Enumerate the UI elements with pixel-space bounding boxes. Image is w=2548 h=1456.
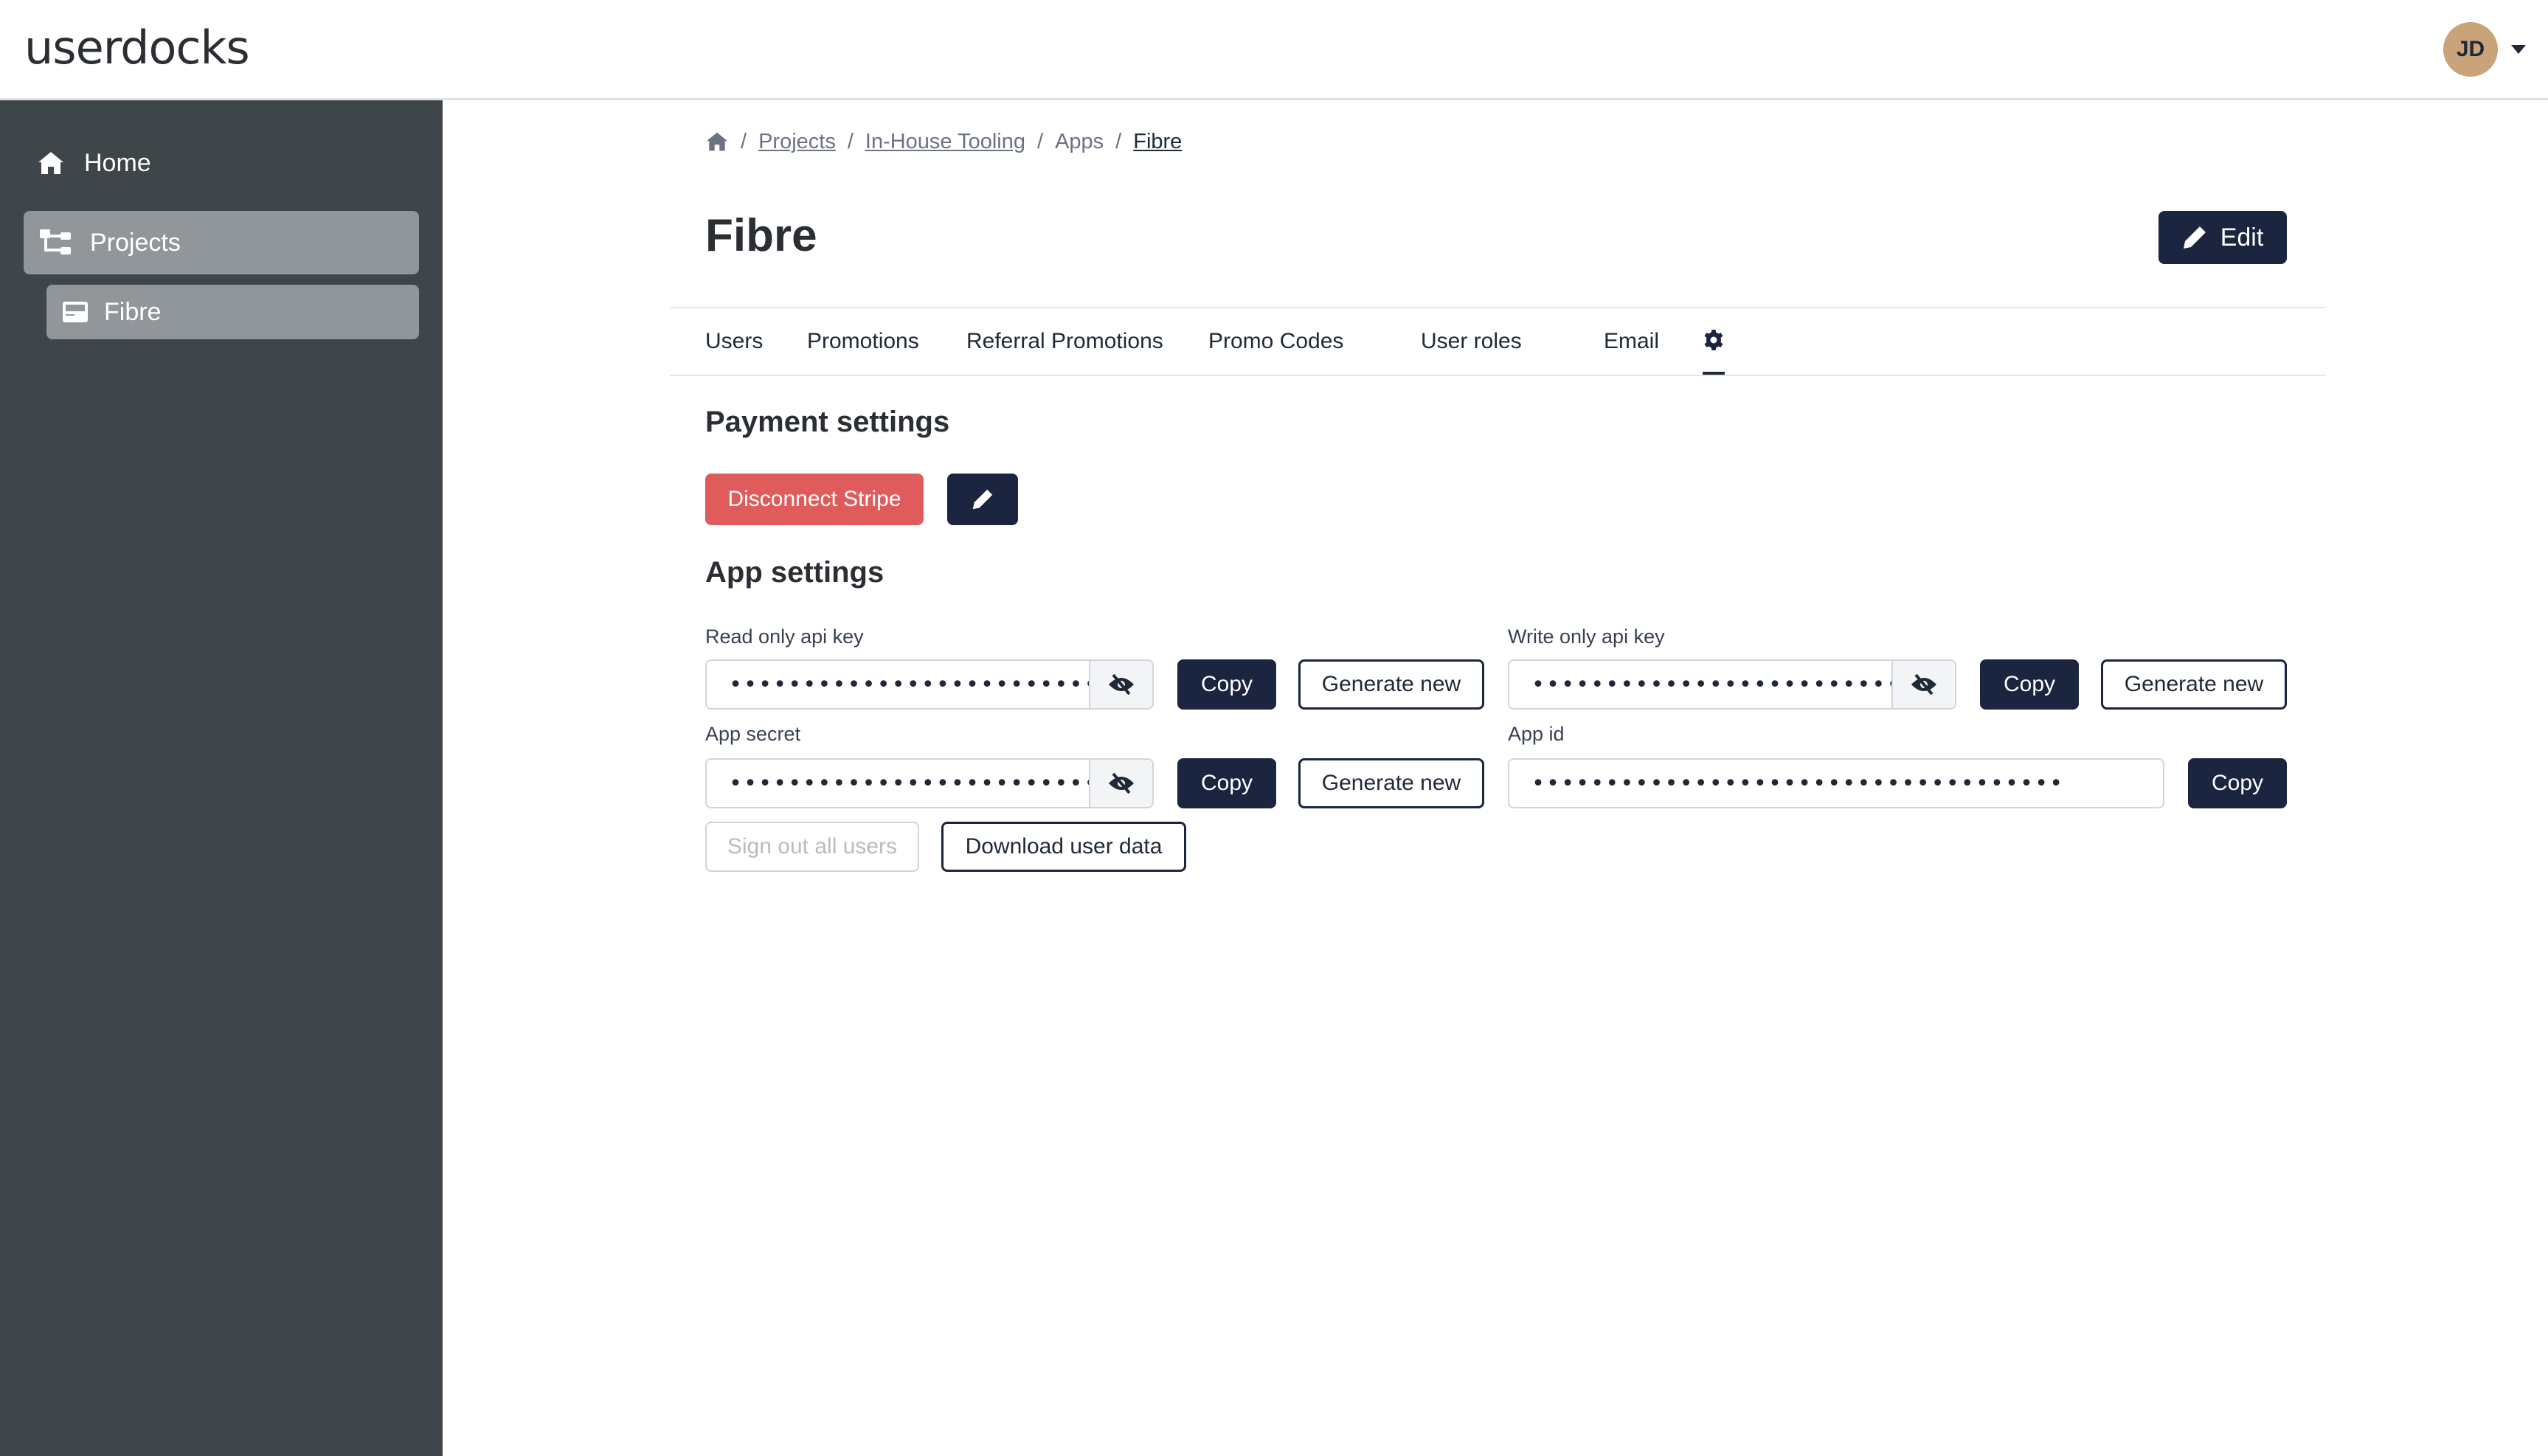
copy-write-key-button[interactable]: Copy xyxy=(1980,659,2079,710)
sidebar-item-projects[interactable]: Projects xyxy=(24,211,419,274)
eye-slash-icon xyxy=(1109,674,1134,695)
page-title: Fibre xyxy=(705,210,817,261)
breadcrumb-separator: / xyxy=(847,129,854,153)
breadcrumb-separator: / xyxy=(1037,129,1044,153)
read-key-input[interactable] xyxy=(707,661,1089,708)
tab-users[interactable]: Users xyxy=(705,308,763,375)
top-header: userdocks JD xyxy=(0,0,2548,100)
app-id-input[interactable] xyxy=(1509,760,2163,807)
pencil-icon xyxy=(972,489,993,510)
breadcrumb-separator: / xyxy=(1115,129,1122,153)
read-key-field xyxy=(705,659,1154,710)
breadcrumb-fibre[interactable]: Fibre xyxy=(1133,130,1182,154)
main-content: / Projects / In-House Tooling / Apps / F… xyxy=(443,100,2548,1456)
toggle-visibility-button[interactable] xyxy=(1891,661,1955,708)
sign-out-all-users-button[interactable]: Sign out all users xyxy=(705,822,919,872)
generate-read-key-button[interactable]: Generate new xyxy=(1298,659,1484,710)
app-id-field xyxy=(1508,758,2164,808)
home-icon xyxy=(38,152,63,174)
breadcrumb: / Projects / In-House Tooling / Apps / F… xyxy=(705,127,1182,156)
caret-down-icon[interactable] xyxy=(2511,45,2526,54)
sidebar-item-label: Fibre xyxy=(104,297,162,326)
generate-write-key-button[interactable]: Generate new xyxy=(2101,659,2287,710)
copy-app-secret-button[interactable]: Copy xyxy=(1177,758,1276,808)
app-secret-input[interactable] xyxy=(707,760,1089,807)
sidebar-item-label: Projects xyxy=(90,228,181,257)
tab-promo-codes[interactable]: Promo Codes xyxy=(1208,308,1343,375)
tab-promotions[interactable]: Promotions xyxy=(807,308,919,375)
toggle-visibility-button[interactable] xyxy=(1089,760,1152,807)
copy-read-key-button[interactable]: Copy xyxy=(1177,659,1276,710)
avatar[interactable]: JD xyxy=(2443,22,2498,77)
tab-email[interactable]: Email xyxy=(1604,308,1659,375)
app-id-label: App id xyxy=(1508,723,1565,745)
write-key-input[interactable] xyxy=(1509,661,1891,708)
breadcrumb-in-house-tooling[interactable]: In-House Tooling xyxy=(865,130,1025,154)
generate-app-secret-button[interactable]: Generate new xyxy=(1298,758,1484,808)
disconnect-stripe-button[interactable]: Disconnect Stripe xyxy=(705,474,924,525)
brand-logo[interactable]: userdocks xyxy=(24,21,250,74)
toggle-visibility-button[interactable] xyxy=(1089,661,1152,708)
app-settings-title: App settings xyxy=(705,556,884,589)
eye-slash-icon xyxy=(1911,674,1936,695)
home-icon[interactable] xyxy=(705,131,729,152)
read-key-label: Read only api key xyxy=(705,625,864,648)
write-key-field xyxy=(1508,659,1956,710)
tab-user-roles[interactable]: User roles xyxy=(1421,308,1522,375)
write-key-label: Write only api key xyxy=(1508,625,1665,648)
breadcrumb-projects[interactable]: Projects xyxy=(758,130,836,154)
breadcrumb-apps: Apps xyxy=(1055,129,1104,153)
download-user-data-button[interactable]: Download user data xyxy=(941,822,1186,872)
user-menu[interactable]: JD xyxy=(2443,22,2526,77)
sidebar: Home Projects Fibre xyxy=(0,100,443,1456)
breadcrumb-separator: / xyxy=(741,129,747,153)
edit-button-label: Edit xyxy=(2220,223,2264,252)
payment-settings-title: Payment settings xyxy=(705,406,950,438)
copy-app-id-button[interactable]: Copy xyxy=(2188,758,2287,808)
tab-referral-promotions[interactable]: Referral Promotions xyxy=(966,308,1163,375)
sidebar-item-home[interactable]: Home xyxy=(24,137,151,189)
edit-payment-button[interactable] xyxy=(947,474,1018,525)
pencil-icon xyxy=(2183,226,2206,249)
tab-settings[interactable] xyxy=(1703,308,1725,375)
tab-bar: Users Promotions Referral Promotions Pro… xyxy=(670,307,2325,376)
app-secret-label: App secret xyxy=(705,723,801,745)
sidebar-item-fibre[interactable]: Fibre xyxy=(46,285,419,339)
eye-slash-icon xyxy=(1109,773,1134,794)
gear-icon xyxy=(1704,330,1723,350)
edit-button[interactable]: Edit xyxy=(2158,211,2287,264)
app-card-icon xyxy=(63,302,88,322)
app-secret-field xyxy=(705,758,1154,808)
sidebar-item-label: Home xyxy=(84,148,151,177)
sitemap-icon xyxy=(40,229,71,254)
